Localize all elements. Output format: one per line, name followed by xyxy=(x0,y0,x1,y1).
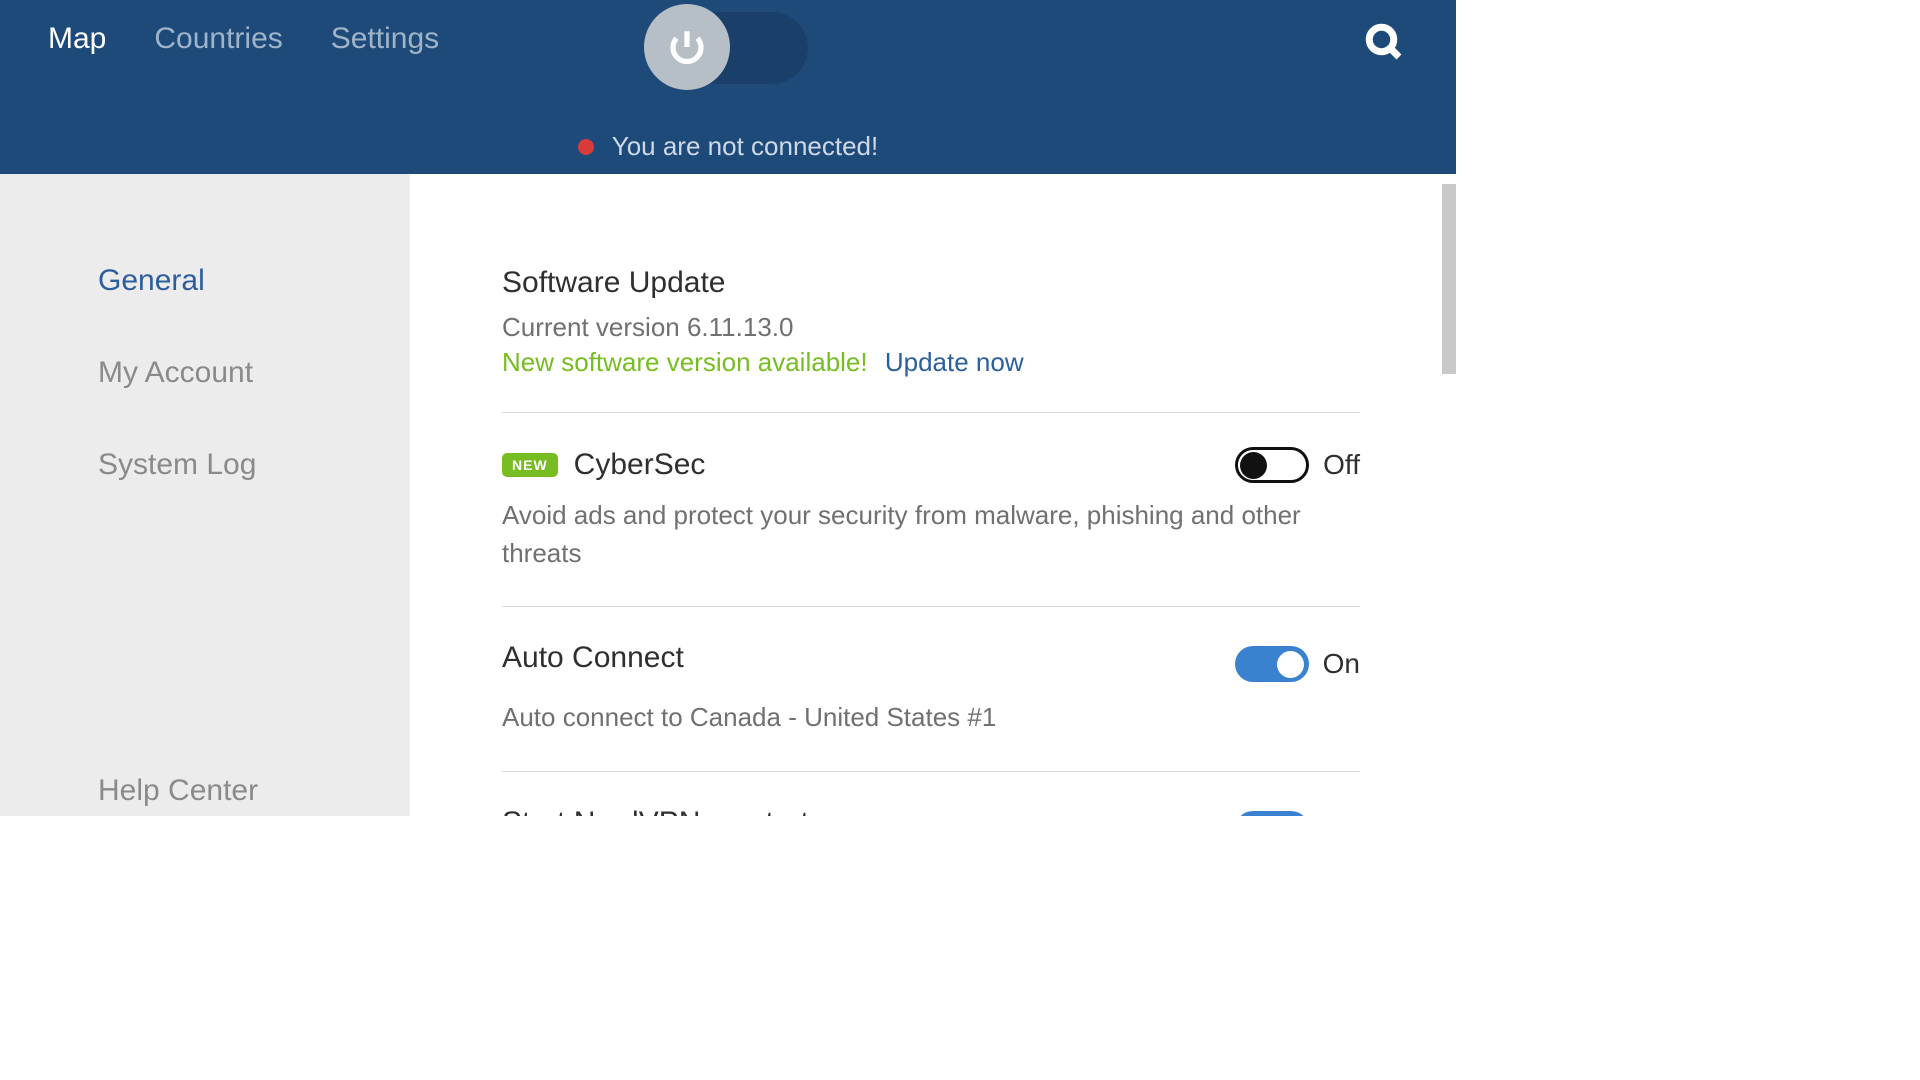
tab-map[interactable]: Map xyxy=(48,22,106,56)
app-header: Map Countries Settings You are not conne… xyxy=(0,0,1456,174)
new-badge: NEW xyxy=(502,453,558,477)
section-startup: Start NordVPN on startup On Start NordVP… xyxy=(502,806,1360,816)
current-version: Current version 6.11.13.0 xyxy=(502,312,1360,343)
auto-connect-toggle-label: On xyxy=(1323,648,1360,680)
startup-toggle[interactable] xyxy=(1235,811,1309,816)
auto-connect-toggle[interactable] xyxy=(1235,646,1309,682)
cybersec-toggle[interactable] xyxy=(1235,447,1309,483)
cybersec-toggle-label: Off xyxy=(1323,449,1360,481)
tab-countries[interactable]: Countries xyxy=(154,22,282,56)
auto-connect-description: Auto connect to Canada - United States #… xyxy=(502,699,1360,737)
sidebar-item-system-log[interactable]: System Log xyxy=(98,448,410,482)
cybersec-title: CyberSec xyxy=(574,448,706,482)
sidebar-item-general[interactable]: General xyxy=(98,264,410,298)
settings-content: Software Update Current version 6.11.13.… xyxy=(410,174,1456,816)
app-body: General My Account System Log Help Cente… xyxy=(0,174,1456,816)
search-button[interactable] xyxy=(1364,22,1406,64)
scrollbar-thumb[interactable] xyxy=(1442,184,1456,374)
update-available-text: New software version available! xyxy=(502,347,868,377)
auto-connect-title: Auto Connect xyxy=(502,641,684,675)
section-auto-connect: Auto Connect On Auto connect to Canada -… xyxy=(502,641,1360,772)
cybersec-description: Avoid ads and protect your security from… xyxy=(502,497,1360,572)
sidebar-item-my-account[interactable]: My Account xyxy=(98,356,410,390)
header-tabs: Map Countries Settings xyxy=(48,22,439,56)
power-icon xyxy=(644,4,730,90)
status-text: You are not connected! xyxy=(612,131,878,162)
connection-status: You are not connected! xyxy=(0,131,1456,162)
vpn-power-toggle[interactable] xyxy=(648,12,808,84)
settings-sidebar: General My Account System Log Help Cente… xyxy=(0,174,410,816)
section-software-update: Software Update Current version 6.11.13.… xyxy=(502,266,1360,413)
sidebar-item-help-center[interactable]: Help Center xyxy=(98,774,258,808)
software-update-title: Software Update xyxy=(502,266,1360,300)
startup-toggle-label: On xyxy=(1323,813,1360,816)
search-icon xyxy=(1364,22,1406,64)
update-now-link[interactable]: Update now xyxy=(885,347,1024,377)
tab-settings[interactable]: Settings xyxy=(331,22,439,56)
section-cybersec: NEW CyberSec Off Avoid ads and protect y… xyxy=(502,447,1360,607)
status-indicator-icon xyxy=(578,139,594,155)
startup-title: Start NordVPN on startup xyxy=(502,806,842,816)
